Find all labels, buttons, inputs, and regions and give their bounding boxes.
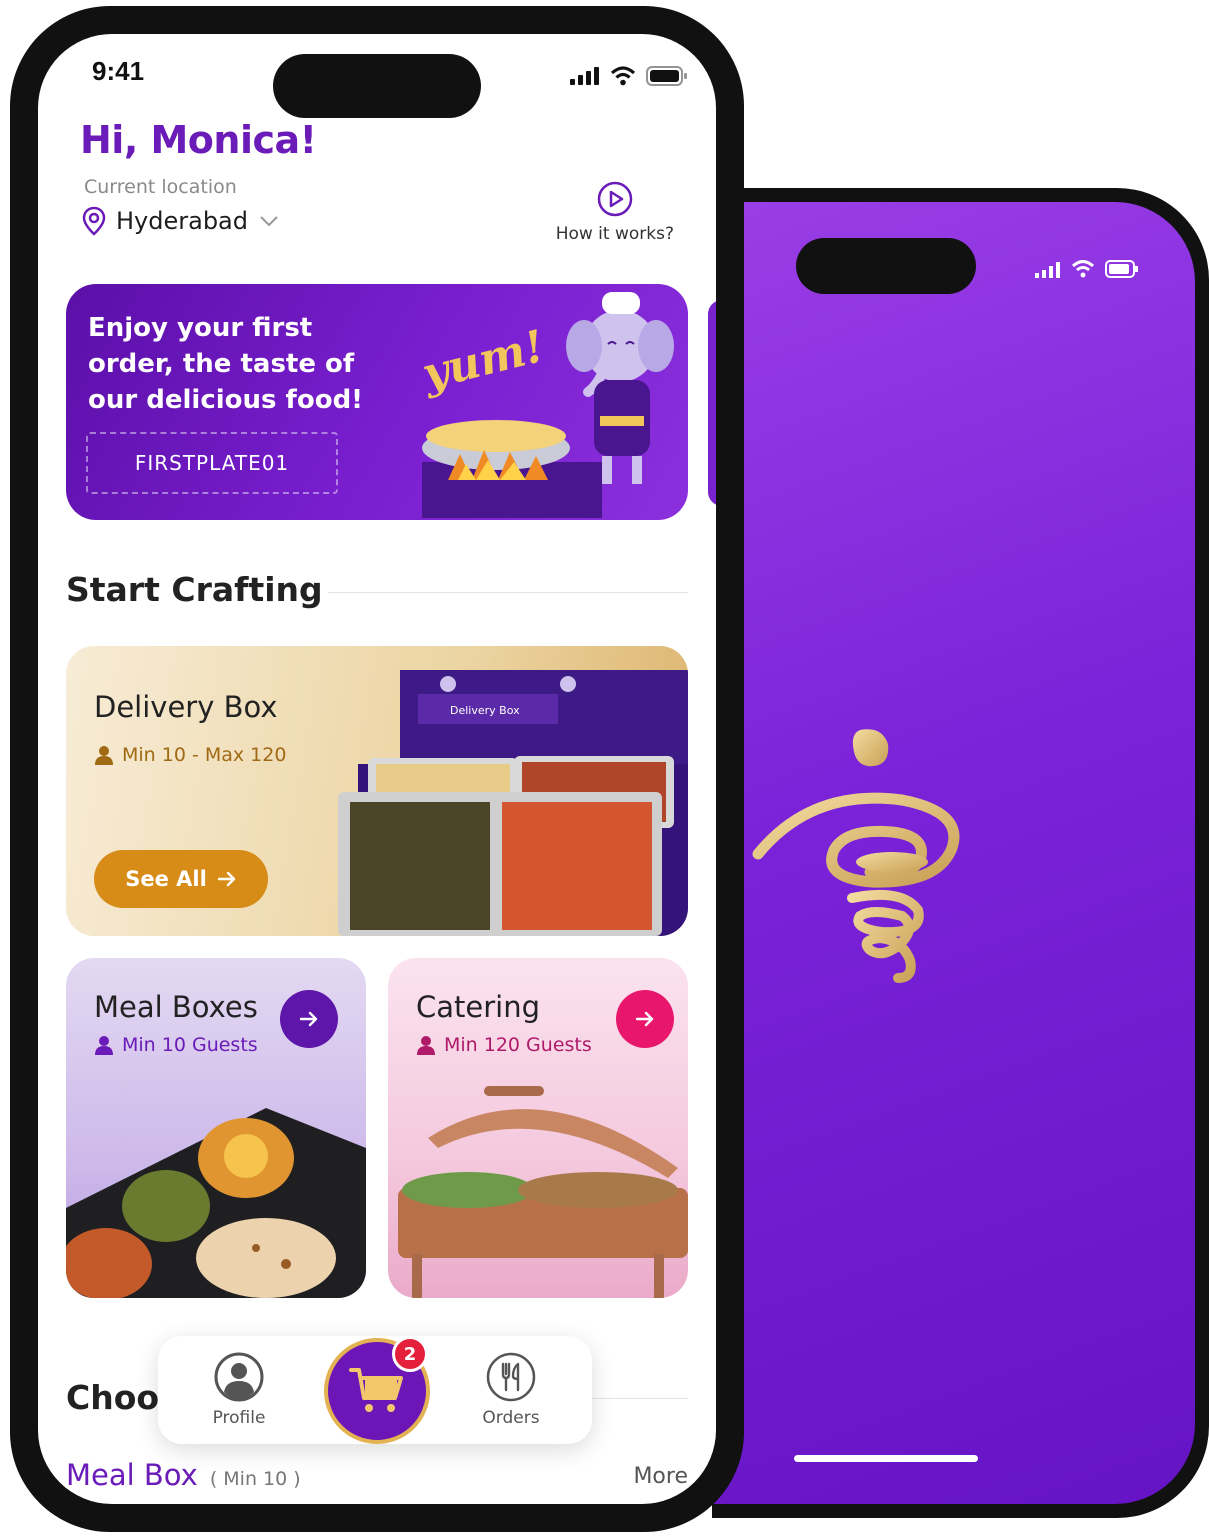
meal-box-image bbox=[66, 1108, 366, 1298]
promo-code[interactable]: FIRSTPLATE01 bbox=[86, 432, 338, 494]
location-city: Hyderabad bbox=[116, 207, 248, 235]
more-link[interactable]: More bbox=[633, 1464, 688, 1489]
location-selector[interactable]: Hyderabad bbox=[82, 206, 280, 236]
location-label: Current location bbox=[84, 176, 237, 198]
dynamic-island bbox=[273, 54, 481, 118]
meal-boxes-arrow-button[interactable] bbox=[280, 990, 338, 1048]
nav-orders-label: Orders bbox=[482, 1408, 540, 1428]
meal-boxes-title: Meal Boxes bbox=[94, 990, 258, 1024]
arrow-right-icon bbox=[635, 1011, 654, 1027]
person-icon bbox=[417, 1036, 435, 1055]
person-icon bbox=[95, 746, 113, 765]
cart-count-badge: 2 bbox=[392, 1336, 428, 1372]
divider bbox=[578, 1398, 688, 1399]
shopping-cart-icon bbox=[349, 1368, 403, 1412]
brand-logo-icon bbox=[752, 729, 960, 983]
location-pin-icon bbox=[82, 206, 106, 236]
catering-capacity: Min 120 Guests bbox=[416, 1034, 592, 1056]
meal-box-row: Meal Box ( Min 10 ) bbox=[66, 1458, 301, 1492]
person-icon bbox=[95, 1036, 113, 1055]
splash-screen bbox=[712, 202, 1195, 1504]
signal-icon bbox=[1035, 262, 1060, 278]
battery-icon bbox=[1105, 260, 1138, 278]
promo-banner[interactable]: Enjoy your first order, the taste of our… bbox=[66, 284, 688, 520]
battery-icon bbox=[646, 66, 687, 86]
meal-boxes-subtitle: Min 10 Guests bbox=[122, 1034, 258, 1056]
promo-art-caption: yum! bbox=[416, 321, 549, 401]
catering-card[interactable]: Catering Min 120 Guests bbox=[388, 958, 688, 1298]
delivery-box-subtitle: Min 10 - Max 120 bbox=[122, 744, 287, 766]
arrow-right-icon bbox=[299, 1011, 318, 1027]
home-indicator bbox=[794, 1455, 978, 1462]
delivery-box-capacity: Min 10 - Max 120 bbox=[94, 744, 286, 766]
meal-box-min: ( Min 10 ) bbox=[209, 1468, 301, 1490]
cart-button[interactable]: 2 bbox=[324, 1336, 430, 1444]
meal-box-title: Meal Box bbox=[66, 1458, 198, 1492]
fork-knife-icon bbox=[486, 1352, 536, 1402]
see-all-button[interactable]: See All bbox=[94, 850, 268, 908]
how-it-works-label: How it works? bbox=[555, 224, 674, 244]
box-label: Delivery Box bbox=[450, 704, 520, 717]
play-circle-icon bbox=[597, 181, 633, 217]
catering-title: Catering bbox=[416, 990, 541, 1024]
nav-profile-label: Profile bbox=[212, 1408, 266, 1428]
catering-arrow-button[interactable] bbox=[616, 990, 674, 1048]
dynamic-island bbox=[796, 238, 976, 294]
status-time: 9:41 bbox=[92, 56, 145, 86]
delivery-box-card[interactable]: Delivery Box Delivery Box Min 10 - Max 1… bbox=[66, 646, 688, 936]
chevron-down-icon bbox=[260, 216, 278, 227]
delivery-box-title: Delivery Box bbox=[94, 690, 278, 724]
see-all-label: See All bbox=[125, 867, 207, 891]
promo-text: Enjoy your first order, the taste of our… bbox=[88, 313, 364, 415]
status-icons bbox=[570, 66, 688, 86]
nav-profile[interactable]: Profile bbox=[184, 1352, 294, 1428]
splash-phone bbox=[712, 188, 1209, 1518]
start-crafting-title: Start Crafting bbox=[66, 570, 323, 609]
meal-boxes-card[interactable]: Meal Boxes Min 10 Guests bbox=[66, 958, 366, 1298]
status-icons bbox=[1035, 260, 1139, 278]
chef-elephant-illustration: yum! bbox=[416, 292, 674, 518]
greeting: Hi, Monica! bbox=[80, 118, 317, 162]
how-it-works-button[interactable]: How it works? bbox=[556, 180, 674, 244]
chafing-dish-image bbox=[398, 1086, 688, 1298]
next-promo-peek[interactable] bbox=[708, 300, 716, 506]
delivery-box-image: Delivery Box bbox=[338, 670, 688, 936]
signal-icon bbox=[570, 67, 599, 85]
nav-orders[interactable]: Orders bbox=[456, 1352, 566, 1428]
profile-icon bbox=[214, 1352, 264, 1402]
arrow-right-icon bbox=[217, 871, 235, 887]
wifi-icon bbox=[610, 66, 636, 86]
home-phone: 9:41 Hi, Monica! Current location Hydera… bbox=[10, 6, 744, 1532]
wifi-icon bbox=[1071, 260, 1095, 278]
choose-section-title: Choo bbox=[66, 1378, 160, 1417]
home-screen: 9:41 Hi, Monica! Current location Hydera… bbox=[38, 34, 716, 1504]
catering-subtitle: Min 120 Guests bbox=[444, 1034, 592, 1056]
meal-boxes-capacity: Min 10 Guests bbox=[94, 1034, 258, 1056]
divider bbox=[328, 592, 688, 593]
